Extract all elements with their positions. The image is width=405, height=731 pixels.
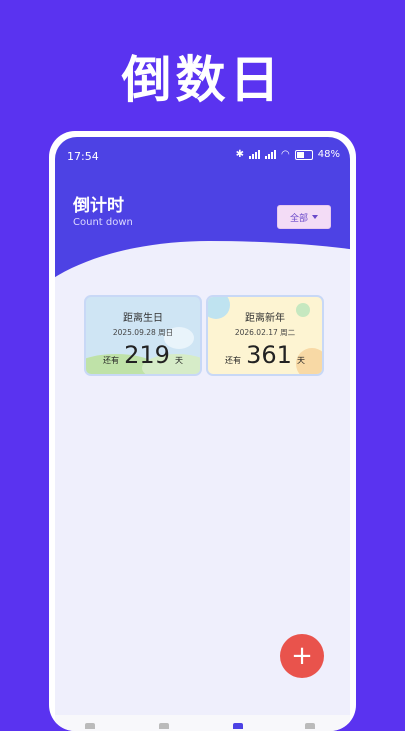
page-subtitle: Count down	[73, 217, 133, 228]
bottom-tab-bar	[55, 715, 350, 731]
remaining-prefix: 还有	[103, 356, 119, 365]
battery-percent: 48%	[317, 149, 340, 160]
card-date: 2025.09.28 周日	[112, 328, 174, 337]
add-countdown-button[interactable]: +	[280, 634, 324, 678]
page-title: 倒计时	[73, 196, 124, 216]
card-name: 距离生日	[123, 313, 163, 324]
card-name: 距离新年	[245, 313, 285, 324]
send-tab-icon[interactable]	[159, 723, 169, 729]
signal-icon	[265, 150, 277, 159]
home-tab-icon[interactable]	[85, 723, 95, 729]
app-screen: 17:54 ✱ ◠ 48% 倒计时 Count down 全部 距离生日 202…	[55, 137, 350, 731]
battery-icon	[294, 149, 313, 160]
status-bar: 17:54 ✱ ◠ 48%	[55, 137, 350, 171]
profile-tab-icon[interactable]	[305, 723, 315, 729]
wifi-icon: ◠	[281, 149, 290, 160]
countdown-card-newyear[interactable]: 距离新年 2026.02.17 周二 还有 361 天	[206, 295, 324, 376]
chevron-down-icon	[312, 215, 318, 219]
card-remaining: 还有 361 天	[208, 341, 322, 369]
signal-icon	[249, 150, 261, 159]
card-date: 2026.02.17 周二	[234, 328, 296, 337]
promo-banner-title: 倒数日	[121, 51, 284, 109]
bluetooth-icon: ✱	[235, 149, 245, 160]
filter-dropdown[interactable]: 全部	[277, 205, 331, 229]
card-remaining: 还有 219 天	[86, 341, 200, 369]
remaining-unit: 天	[297, 356, 305, 365]
remaining-prefix: 还有	[225, 356, 241, 365]
remaining-days: 361	[246, 341, 292, 369]
filter-label: 全部	[289, 213, 308, 224]
countdown-card-birthday[interactable]: 距离生日 2025.09.28 周日 还有 219 天	[84, 295, 202, 376]
remaining-days: 219	[124, 341, 170, 369]
remaining-unit: 天	[175, 356, 183, 365]
phone-frame: 17:54 ✱ ◠ 48% 倒计时 Count down 全部 距离生日 202…	[49, 131, 356, 731]
status-time: 17:54	[67, 150, 99, 163]
calendar-tab-icon[interactable]	[233, 723, 243, 729]
status-icons: ✱ ◠ 48%	[236, 149, 340, 160]
